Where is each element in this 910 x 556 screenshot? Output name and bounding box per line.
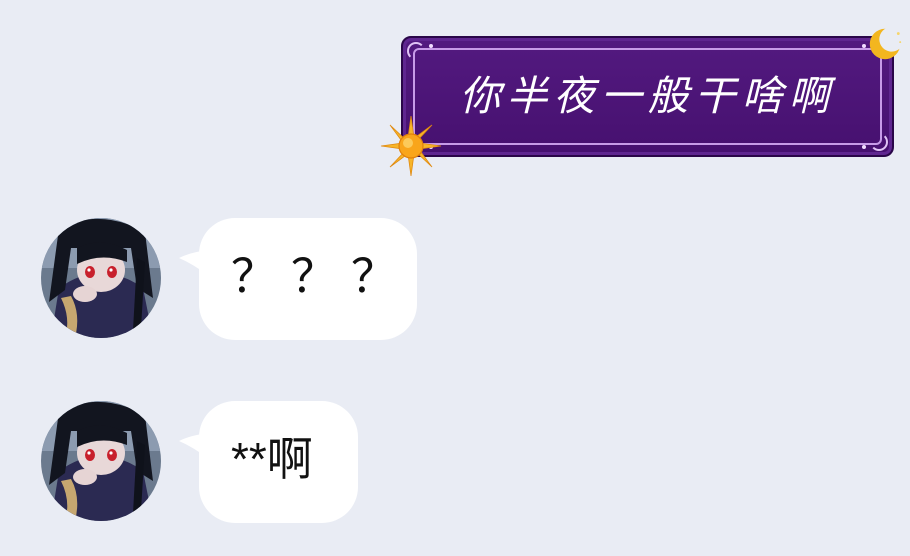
bubble-ornament-dot — [429, 44, 433, 48]
bubble-tail — [179, 250, 209, 276]
outgoing-message-text: 你半夜一般干啥啊 — [459, 72, 836, 120]
contact-avatar[interactable] — [41, 218, 161, 338]
bubble-corner-ornament — [407, 42, 425, 60]
sun-icon — [380, 115, 442, 177]
anime-girl-avatar-image — [41, 218, 161, 338]
bubble-tail — [179, 433, 209, 459]
moon-icon — [869, 26, 904, 60]
incoming-message-bubble[interactable]: **啊 — [179, 401, 358, 523]
incoming-message-bubble[interactable]: ？？？ — [179, 218, 417, 340]
contact-avatar[interactable] — [41, 401, 161, 521]
bubble-corner-ornament — [870, 133, 888, 151]
anime-girl-avatar-image — [41, 401, 161, 521]
bubble-ornament-dot — [862, 145, 866, 149]
incoming-message-text: **啊 — [231, 433, 313, 485]
outgoing-message-bubble[interactable]: 你半夜一般干啥啊 — [401, 36, 894, 157]
incoming-message-text: ？？？ — [231, 250, 411, 302]
